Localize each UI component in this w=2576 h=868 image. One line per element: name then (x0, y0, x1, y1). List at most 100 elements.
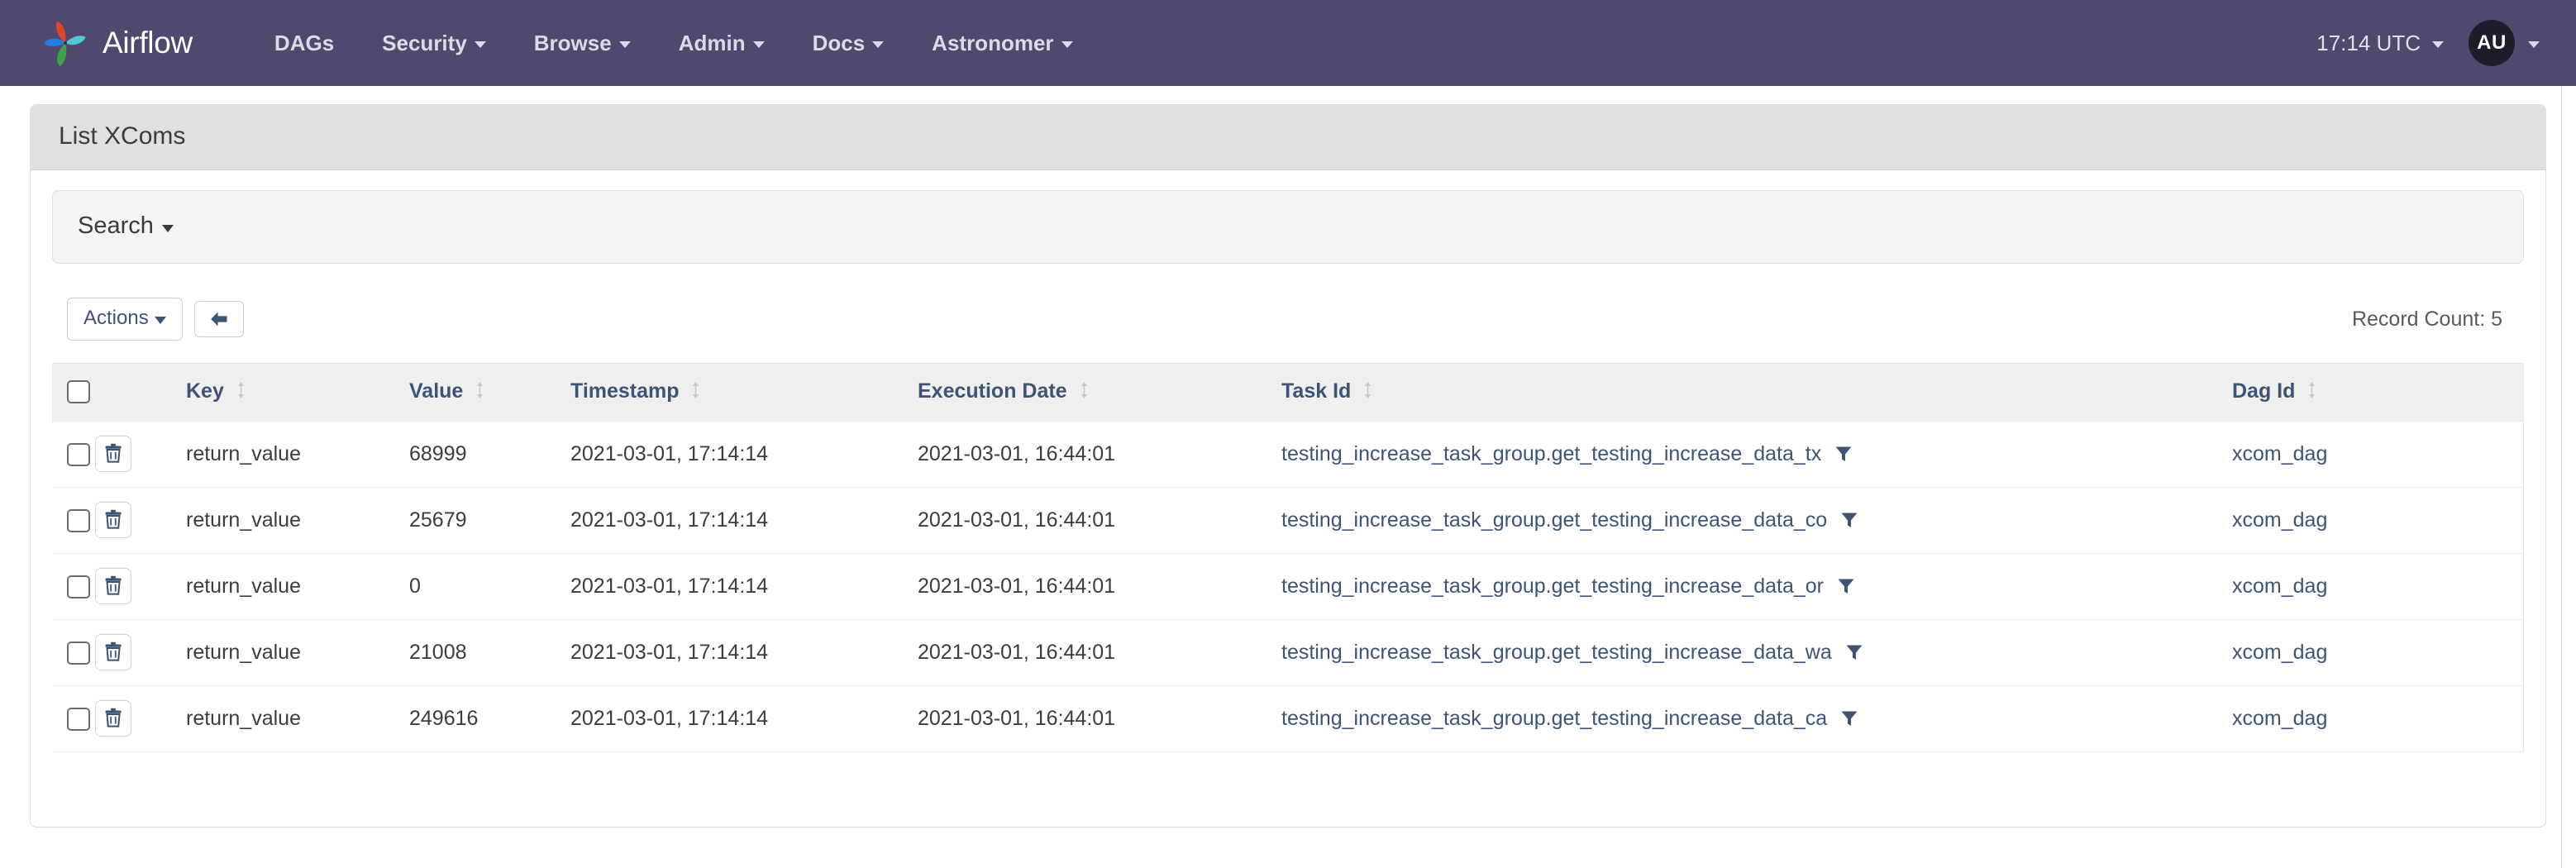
row-select-cell (52, 686, 95, 752)
sort-updown-icon (2307, 381, 2316, 405)
delete-record-button[interactable] (95, 634, 131, 670)
dag-id-link[interactable]: xcom_dag (2232, 707, 2327, 730)
search-toggle[interactable]: Search (78, 212, 174, 240)
dag-id-link[interactable]: xcom_dag (2232, 641, 2327, 664)
filter-icon[interactable] (1837, 577, 1855, 595)
dag-id-link[interactable]: xcom_dag (2232, 575, 2327, 598)
cell-key: return_value (186, 422, 409, 488)
list-xcoms-panel: List XComs Search Actions (30, 104, 2546, 827)
row-actions-cell (95, 488, 186, 554)
row-actions-cell (95, 422, 186, 488)
delete-record-button[interactable] (95, 700, 131, 737)
filter-icon[interactable] (1840, 709, 1858, 727)
row-select-cell (52, 488, 95, 554)
nav-item-label: Admin (679, 31, 746, 56)
cell-timestamp: 2021-03-01, 17:14:14 (570, 554, 918, 620)
delete-record-button[interactable] (95, 568, 131, 604)
cell-timestamp: 2021-03-01, 17:14:14 (570, 620, 918, 686)
row-actions-cell (95, 686, 186, 752)
column-header-value[interactable]: Value (409, 364, 570, 422)
nav-item-astronomer[interactable]: Astronomer (908, 31, 1096, 56)
filter-icon[interactable] (1840, 511, 1858, 529)
nav-item-label: Security (382, 31, 467, 56)
nav-item-dags[interactable]: DAGs (250, 31, 358, 56)
row-checkbox[interactable] (67, 509, 90, 532)
navbar-right: 17:14 UTC AU (2316, 20, 2540, 66)
column-header-label: Execution Date (918, 379, 1067, 403)
column-header-timestamp[interactable]: Timestamp (570, 364, 918, 422)
select-all-checkbox[interactable] (67, 380, 90, 403)
filter-icon[interactable] (1834, 445, 1853, 463)
cell-key: return_value (186, 686, 409, 752)
cell-execution-date: 2021-03-01, 16:44:01 (918, 554, 1281, 620)
row-checkbox[interactable] (67, 708, 90, 731)
top-navbar: Airflow DAGs Security Browse Admin Docs … (0, 0, 2576, 86)
nav-item-admin[interactable]: Admin (655, 31, 789, 56)
chevron-down-icon (2528, 41, 2540, 48)
row-select-cell (52, 422, 95, 488)
table-row: return_value 68999 2021-03-01, 17:14:14 … (52, 422, 2523, 488)
nav-item-docs[interactable]: Docs (789, 31, 909, 56)
row-select-cell (52, 620, 95, 686)
sort-updown-icon (691, 381, 700, 405)
task-id-link[interactable]: testing_increase_task_group.get_testing_… (1281, 641, 1832, 665)
cell-execution-date: 2021-03-01, 16:44:01 (918, 620, 1281, 686)
task-id-link[interactable]: testing_increase_task_group.get_testing_… (1281, 575, 1824, 599)
user-menu-button[interactable]: AU (2469, 20, 2540, 66)
row-actions-cell (95, 554, 186, 620)
task-id-link[interactable]: testing_increase_task_group.get_testing_… (1281, 442, 1821, 466)
nav-item-browse[interactable]: Browse (510, 31, 655, 56)
sort-updown-icon (1363, 381, 1372, 405)
page-scrollbar[interactable] (2561, 86, 2562, 868)
table-head: Key Value (52, 364, 2523, 422)
nav-item-security[interactable]: Security (358, 31, 510, 56)
delete-record-button[interactable] (95, 436, 131, 472)
nav-item-label: DAGs (274, 31, 334, 56)
cell-execution-date: 2021-03-01, 16:44:01 (918, 422, 1281, 488)
navbar-links: DAGs Security Browse Admin Docs Astronom… (250, 31, 1097, 56)
column-header-key[interactable]: Key (186, 364, 409, 422)
utc-clock-button[interactable]: 17:14 UTC (2316, 31, 2469, 56)
xcoms-table: Key Value (52, 363, 2523, 752)
back-button[interactable] (194, 301, 244, 337)
row-checkbox[interactable] (67, 443, 90, 466)
task-id-link[interactable]: testing_increase_task_group.get_testing_… (1281, 707, 1827, 731)
column-header-label: Value (409, 379, 463, 403)
table-row: return_value 25679 2021-03-01, 17:14:14 … (52, 488, 2523, 554)
row-checkbox[interactable] (67, 641, 90, 665)
caret-down-icon (155, 317, 166, 324)
cell-value: 21008 (409, 620, 570, 686)
brand-home-link[interactable]: Airflow (41, 19, 193, 67)
column-header-task-id[interactable]: Task Id (1281, 364, 2232, 422)
task-id-link[interactable]: testing_increase_task_group.get_testing_… (1281, 508, 1827, 532)
delete-record-button[interactable] (95, 502, 131, 538)
column-header-label: Key (186, 379, 224, 403)
cell-key: return_value (186, 620, 409, 686)
chevron-down-icon (2432, 41, 2444, 48)
column-header-execution-date[interactable]: Execution Date (918, 364, 1281, 422)
column-header-label: Task Id (1281, 379, 1351, 403)
cell-dag-id: xcom_dag (2232, 620, 2523, 686)
actions-button[interactable]: Actions (67, 298, 183, 341)
select-all-header (52, 364, 95, 422)
chevron-down-icon (753, 41, 765, 48)
cell-value: 68999 (409, 422, 570, 488)
panel-body: Search Actions Record Count: 5 (31, 170, 2545, 827)
cell-timestamp: 2021-03-01, 17:14:14 (570, 686, 918, 752)
dag-id-link[interactable]: xcom_dag (2232, 442, 2327, 465)
cell-execution-date: 2021-03-01, 16:44:01 (918, 686, 1281, 752)
caret-down-icon (162, 225, 174, 232)
filter-icon[interactable] (1845, 643, 1863, 661)
cell-task-id: testing_increase_task_group.get_testing_… (1281, 686, 2232, 752)
table-body: return_value 68999 2021-03-01, 17:14:14 … (52, 422, 2523, 752)
table-row: return_value 21008 2021-03-01, 17:14:14 … (52, 620, 2523, 686)
search-label: Search (78, 212, 154, 240)
cell-dag-id: xcom_dag (2232, 686, 2523, 752)
column-header-dag-id[interactable]: Dag Id (2232, 364, 2523, 422)
row-checkbox[interactable] (67, 575, 90, 599)
avatar: AU (2469, 20, 2515, 66)
dag-id-link[interactable]: xcom_dag (2232, 508, 2327, 532)
trash-icon (104, 641, 122, 664)
table-header-row: Key Value (52, 364, 2523, 422)
cell-key: return_value (186, 554, 409, 620)
